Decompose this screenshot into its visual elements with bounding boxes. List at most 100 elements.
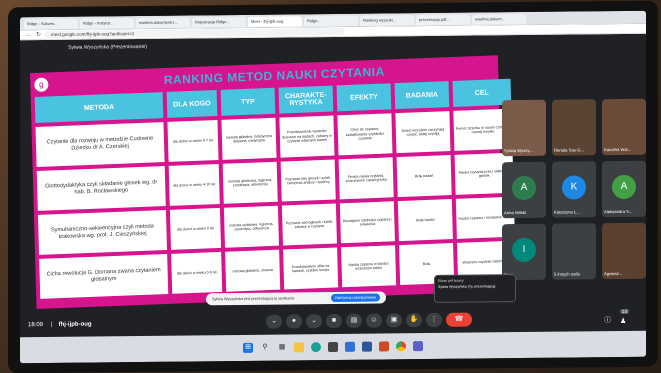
windows-start-icon[interactable]: ⊞ xyxy=(243,342,253,353)
ranking-table: METODA DLA KOGO TYP CHARAKTE-RYSTYKA EFEKTY B… xyxy=(34,78,517,299)
avatar: I xyxy=(512,237,536,263)
clock: 18:09 xyxy=(28,322,44,329)
table-cell: metoda głoskowa, logiczna, zamknięta, od… xyxy=(222,161,278,204)
raise-hand-icon[interactable]: ✋ xyxy=(406,313,422,328)
browser-tab[interactable]: Ridge - Instytut... xyxy=(80,17,134,29)
more-video-icon[interactable]: ⌄ xyxy=(306,314,322,329)
genially-logo-icon: g xyxy=(34,77,49,93)
browser-tab[interactable]: Ridge - Sukces... xyxy=(24,18,78,29)
table-cell: Dzieci wcześnie zaczynają czytać, lepiej… xyxy=(395,111,451,154)
method-name-cell: Czytanie dla rozwoju w metodzie Cudowne … xyxy=(35,122,165,167)
avatar: A xyxy=(612,174,636,200)
teams-icon[interactable] xyxy=(413,341,423,352)
separator: | xyxy=(51,321,53,328)
presentation-slide: g RANKING METOD NAUKI CZYTANIA METODA DLA… xyxy=(30,55,517,310)
table-header-cell: CHARAKTE-RYSTYKA xyxy=(278,85,334,114)
avatar: A xyxy=(512,175,536,201)
participant-tile[interactable]: K Katarzyna Ł... xyxy=(552,161,596,218)
chip-item: Sylwia Wyszyńska (Ty, prezentującą) xyxy=(438,284,496,289)
table-cell: dla dzieci w wieku 0 lat xyxy=(169,207,222,250)
info-icon[interactable]: ⓘ xyxy=(604,315,611,325)
table-header-cell: EFEKTY xyxy=(336,83,392,112)
method-name-cell: Cicha rewolucja G. Domana zwana czytanie… xyxy=(39,253,169,299)
edge-icon[interactable] xyxy=(311,342,321,353)
meeting-code: fhj-ijpb-oug xyxy=(58,321,92,328)
participant-tile[interactable]: 5 innych osób xyxy=(552,223,596,280)
reload-icon[interactable]: ↻ xyxy=(36,31,41,38)
browser-tab[interactable]: Ridge... xyxy=(304,15,358,26)
browser-tab[interactable]: ewelina.dokumentrz... xyxy=(136,16,190,28)
browser-tab[interactable]: ewelina.dokum... xyxy=(472,13,526,25)
word-icon[interactable] xyxy=(362,341,372,352)
back-icon[interactable]: ← xyxy=(26,32,32,38)
method-name-cell: Symultaniczno-sekwencyjna czyli metoda k… xyxy=(37,210,168,255)
chrome-icon[interactable] xyxy=(396,341,406,352)
participant-tile[interactable]: Agniesz... xyxy=(602,222,646,280)
people-icon[interactable]: ♟ xyxy=(620,317,626,325)
table-cell: Chęć do czytania, kształtowanie szybkośc… xyxy=(337,113,393,156)
table-cell: dla dzieci w wieku 4-10 lat xyxy=(168,163,220,206)
task-view-icon[interactable]: ▦ xyxy=(277,342,287,352)
participant-tile[interactable]: A Anna Wilski xyxy=(502,161,546,219)
participant-tile[interactable]: IIlona xyxy=(502,223,546,281)
table-cell: metoda sylabowa, logiczna, zamknięta, od… xyxy=(223,205,279,248)
captions-icon[interactable]: ▤ xyxy=(346,313,362,328)
participant-tile[interactable]: Sylwia Wyszy... xyxy=(502,99,546,157)
browser-tab[interactable]: Ranking wyszuki... xyxy=(360,14,414,26)
browser-tab[interactable]: prezentacja.pdf... xyxy=(416,14,470,25)
mail-icon[interactable] xyxy=(345,341,355,352)
participant-name: 5 innych osób xyxy=(554,271,580,277)
table-cell: metoda globalna, holistyczna aktywna, tr… xyxy=(221,117,277,160)
participant-tile[interactable]: A Aleksandra S... xyxy=(602,160,646,218)
table-header-cell: DLA KOGO xyxy=(166,90,218,118)
method-name-cell: Glottodydaktyka czyli składanie głosek w… xyxy=(36,166,166,211)
participant-count[interactable]: 14 xyxy=(620,308,630,314)
participant-tile[interactable]: Karolina Wal... xyxy=(602,98,646,156)
store-icon[interactable] xyxy=(328,341,338,353)
table-header-cell: METODA xyxy=(34,92,164,123)
table-header-cell: BADANIA xyxy=(394,81,450,110)
table-cell: Poznanie samogłosek i sylab, zabawy w cz… xyxy=(281,203,337,246)
camera-icon[interactable]: ■ xyxy=(326,313,342,329)
browser-tab[interactable]: Rejestracja Ridge... xyxy=(192,16,246,27)
emoji-icon[interactable]: ☺ xyxy=(366,313,382,328)
screen-share-chip: Ekran pół ściany Sylwia Wyszyńska (Ty, p… xyxy=(434,274,516,303)
table-cell: Brak badań xyxy=(397,199,453,242)
present-icon[interactable]: ▣ xyxy=(386,313,402,328)
table-cell: Prosta nauka czytania, zrozumienie zasad… xyxy=(338,157,394,200)
table-header-cell: TYP xyxy=(220,87,276,116)
file-explorer-icon[interactable] xyxy=(294,342,304,353)
participant-name: Katarzyna Ł... xyxy=(554,209,580,215)
stop-sharing-button[interactable]: Zatrzymaj udostępnianie xyxy=(330,293,380,303)
search-icon[interactable]: ⚲ xyxy=(260,343,270,353)
table-cell: dla dzieci w wieku 0-6 lat xyxy=(171,251,223,294)
call-controls: ⌄ ● ⌄ ■ ▤ ☺ ▣ ✋ ⋮ ☎ xyxy=(266,312,472,329)
participant-name: Sylwia Wyszy... xyxy=(504,147,533,154)
participant-name: Karolina Wal... xyxy=(604,146,632,153)
table-cell: Nauka czytania w bardzo wczesnym wieku xyxy=(341,245,397,288)
participant-name: Agniesz... xyxy=(604,270,623,277)
browser-tab[interactable]: Meet - fhj-ijpb-oug xyxy=(248,15,302,27)
microphone-icon[interactable]: ● xyxy=(286,314,302,329)
table-cell: Przedstawianie słów na kartach, szybkie … xyxy=(283,247,339,290)
sharing-toast: Sylwia Wyszyńska jest prezentującą tę sp… xyxy=(206,291,386,306)
laptop-frame: Ridge - Sukces... Ridge - Instytut... ewel… xyxy=(8,0,658,373)
table-cell: Rozwijanie zdolności czytania i mówienia xyxy=(339,201,395,244)
table-cell: metoda globalna, otwarta xyxy=(225,249,281,292)
more-audio-icon[interactable]: ⌄ xyxy=(266,314,282,329)
table-cell: Brak badań xyxy=(396,155,452,198)
end-call-icon[interactable]: ☎ xyxy=(446,312,472,327)
windows-taskbar: ⊞ ⚲ ▦ xyxy=(20,330,646,364)
participant-name: Aleksandra S... xyxy=(604,208,633,215)
table-cell: dla dzieci w wieku 0-7 lat xyxy=(167,119,219,162)
avatar: K xyxy=(562,175,586,200)
participant-name: Anna Wilski xyxy=(504,209,526,216)
table-cell: Przedstawienie wyrazów dzieciom na karta… xyxy=(279,115,335,158)
participant-tile[interactable]: Renata Sas-G... xyxy=(552,99,596,156)
toast-text: Sylwia Wyszyńska jest prezentującą tę sp… xyxy=(212,296,295,302)
chip-title: Ekran pół ściany xyxy=(438,278,464,283)
more-options-icon[interactable]: ⋮ xyxy=(426,312,442,328)
powerpoint-icon[interactable] xyxy=(379,341,389,352)
participant-grid: Sylwia Wyszy... Renata Sas-G... Karolina W… xyxy=(502,98,646,301)
presenter-label: Sylwia Wyszyńska (Prezentowanie) xyxy=(68,43,147,51)
